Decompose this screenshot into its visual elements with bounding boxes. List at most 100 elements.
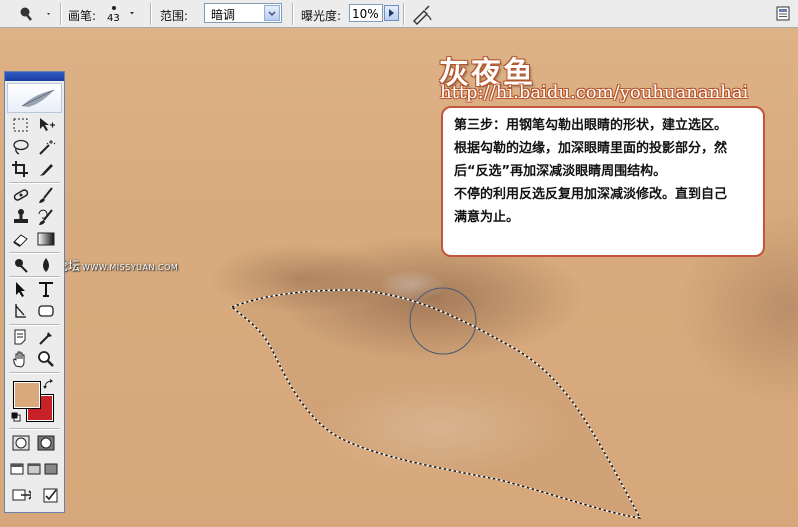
jump-to-imageready-button[interactable] (11, 486, 41, 504)
range-select[interactable]: 暗调 (204, 3, 282, 23)
healing-brush-tool[interactable] (11, 186, 31, 204)
full-screen-mode-button[interactable] (43, 460, 59, 478)
crop-tool-icon (12, 161, 28, 177)
range-value: 暗调 (211, 8, 236, 22)
brush-size-value: 43 (107, 13, 120, 24)
separator (60, 3, 62, 25)
jump-to-icon (12, 489, 35, 501)
dodge-tool[interactable] (11, 256, 31, 274)
pen-tool[interactable] (11, 302, 31, 320)
shape-tool[interactable] (36, 302, 56, 320)
divider (9, 182, 60, 184)
feather-icon (21, 89, 55, 107)
airbrush-toggle[interactable] (411, 3, 433, 25)
shape-tool-icon (38, 305, 54, 317)
separator (403, 3, 405, 25)
imageready-icon-button[interactable] (41, 486, 61, 504)
magic-wand-tool[interactable] (36, 138, 56, 156)
note-line: 不停的利用反选反复用加深减淡修改。直到自己 (454, 187, 728, 202)
zoom-tool[interactable] (36, 350, 56, 368)
history-brush-tool-icon (38, 209, 53, 225)
exposure-slider-button[interactable] (384, 5, 399, 21)
tool-preset-picker[interactable] (14, 5, 54, 23)
eyedropper-tool-icon (39, 332, 52, 345)
full-screen-icon (44, 463, 58, 475)
notes-tool[interactable] (11, 328, 31, 346)
tool-options-bar: 画笔: 43 范围: 暗调 曝光度: 10% (0, 0, 798, 28)
pen-tool-icon (15, 304, 26, 318)
quick-mask-icon (37, 435, 55, 451)
divider (9, 428, 60, 430)
watermark-url: http://hi.baidu.com/youhuananhai (440, 82, 749, 103)
note-line: 第三步：用钢笔勾勒出眼睛的形状，建立选区。 (454, 118, 728, 133)
note-line: 后“反选”再加深减淡眼睛周围结构。 (454, 164, 667, 179)
history-brush-tool[interactable] (36, 208, 56, 226)
standard-mode-icon (12, 435, 30, 451)
path-selection-tool[interactable] (11, 280, 31, 298)
lasso-tool-icon (13, 139, 29, 155)
divider (9, 252, 60, 254)
exposure-input[interactable]: 10% (349, 4, 383, 22)
crop-tool[interactable] (11, 160, 31, 178)
chevron-down-icon[interactable] (264, 5, 280, 21)
dodge-tool-icon (15, 259, 28, 273)
document-canvas[interactable]: 灰夜鱼 http://hi.baidu.com/youhuananhai 第三步… (0, 28, 798, 527)
marquee-tool-icon (13, 118, 28, 132)
swap-colors-icon[interactable] (43, 379, 54, 390)
healing-brush-tool-icon (13, 189, 29, 201)
brush-tool[interactable] (36, 186, 56, 204)
separator (292, 3, 294, 25)
zoom-tool-icon (38, 351, 54, 367)
divider (9, 324, 60, 326)
eyedropper-tool[interactable] (36, 328, 56, 346)
marquee-tool[interactable] (11, 116, 31, 134)
burn-tool-icon (20, 7, 50, 21)
blur-tool-icon (43, 258, 49, 272)
toolbox-title-bar[interactable] (5, 72, 64, 81)
hand-tool-icon (13, 351, 25, 368)
standard-screen-mode-button[interactable] (9, 460, 25, 478)
note-line: 根据勾勒的边缘，加深眼睛里面的投影部分，然 (454, 141, 728, 156)
move-tool-icon (40, 118, 55, 131)
magic-wand-tool-icon (39, 140, 56, 155)
palette-well-icon[interactable] (776, 6, 790, 21)
eraser-tool-icon (13, 234, 28, 247)
move-tool[interactable] (36, 116, 56, 134)
foreground-color-swatch[interactable] (13, 381, 41, 409)
toolbox (4, 71, 65, 513)
divider (9, 276, 60, 278)
clone-stamp-tool-icon (14, 209, 28, 223)
slice-tool-icon (40, 164, 53, 176)
blur-tool[interactable] (36, 256, 56, 274)
clone-stamp-tool[interactable] (11, 208, 31, 226)
slice-tool[interactable] (36, 160, 56, 178)
quick-mask-mode-button[interactable] (36, 434, 56, 452)
imageready-icon (43, 488, 58, 503)
brush-label: 画笔: (68, 9, 97, 23)
notes-tool-icon (14, 329, 26, 345)
separator (150, 3, 152, 25)
hand-tool[interactable] (11, 350, 31, 368)
type-tool-icon (39, 282, 53, 297)
selection-outline (230, 289, 642, 519)
eraser-tool[interactable] (11, 230, 31, 248)
gradient-tool-icon (37, 232, 55, 246)
exposure-label: 曝光度: (301, 9, 342, 23)
note-line: 满意为止。 (454, 210, 520, 225)
path-selection-tool-icon (16, 282, 25, 297)
range-label: 范围: (160, 9, 189, 23)
adobe-feather-logo[interactable] (7, 83, 62, 113)
site-watermark-url: WWW.MISSYUAN.COM (82, 263, 179, 272)
full-screen-menu-mode-button[interactable] (26, 460, 42, 478)
brush-tool-icon (39, 187, 53, 203)
airbrush-icon (413, 5, 432, 25)
exposure-value: 10% (352, 7, 379, 21)
gradient-tool[interactable] (36, 230, 56, 248)
instruction-note: 第三步：用钢笔勾勒出眼睛的形状，建立选区。 根据勾勒的边缘，加深眼睛里面的投影部… (441, 106, 765, 257)
standard-mode-button[interactable] (11, 434, 31, 452)
divider (9, 372, 60, 374)
default-colors-icon[interactable] (11, 412, 21, 422)
lasso-tool[interactable] (11, 138, 31, 156)
type-tool[interactable] (36, 280, 56, 298)
brush-picker[interactable]: 43 (100, 2, 134, 26)
